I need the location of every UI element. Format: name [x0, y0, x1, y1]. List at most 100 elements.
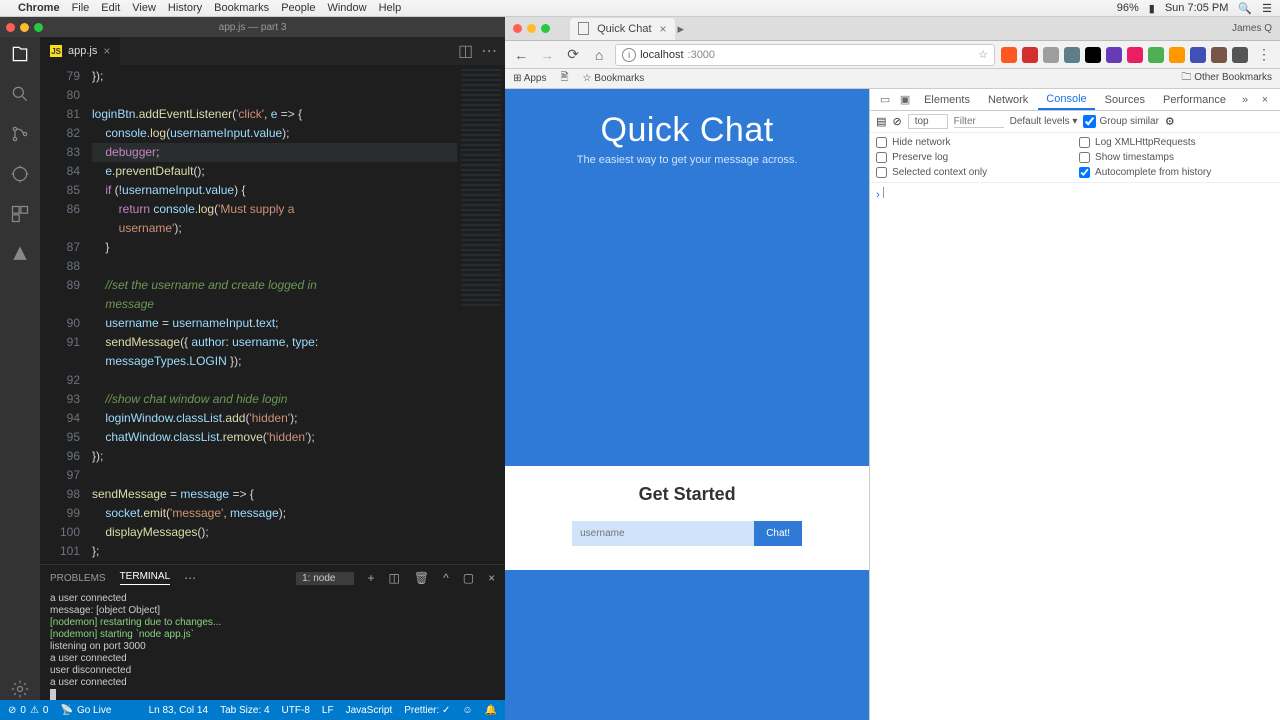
menu-file[interactable]: File	[72, 2, 90, 14]
username-input[interactable]	[572, 521, 754, 546]
minimap[interactable]	[457, 65, 505, 564]
close-devtools-icon[interactable]: ×	[1256, 94, 1274, 106]
split-terminal-icon[interactable]: ◫	[389, 571, 400, 585]
menu-bookmarks[interactable]: Bookmarks	[214, 2, 269, 14]
autocomplete-check[interactable]	[1079, 167, 1090, 178]
dt-tab-elements[interactable]: Elements	[916, 91, 978, 109]
tab-app-js[interactable]: JS app.js ×	[40, 37, 121, 65]
debug-icon[interactable]	[9, 163, 31, 185]
chrome-menu-icon[interactable]: ⋮	[1254, 46, 1274, 63]
dt-tab-network[interactable]: Network	[980, 91, 1036, 109]
search-icon[interactable]: 🔍	[1238, 2, 1252, 15]
new-tab-icon[interactable]: ▸	[678, 21, 685, 37]
address-bar[interactable]: i localhost:3000 ☆	[615, 44, 995, 66]
timestamps-check[interactable]	[1079, 152, 1090, 163]
chrome-profile[interactable]: James Q	[1232, 23, 1272, 34]
minimize-icon[interactable]	[20, 23, 29, 32]
menu-edit[interactable]: Edit	[101, 2, 120, 14]
chat-button[interactable]: Chat!	[754, 521, 802, 546]
browser-tab[interactable]: Quick Chat ×	[570, 18, 674, 40]
extension-icon[interactable]	[1022, 47, 1038, 63]
other-bookmarks[interactable]: 🗀 Other Bookmarks	[1181, 70, 1272, 87]
menu-people[interactable]: People	[281, 2, 315, 14]
status-feedback-icon[interactable]: ☺	[462, 705, 472, 716]
maximize-icon[interactable]	[541, 24, 550, 33]
dt-tab-console[interactable]: Console	[1038, 90, 1094, 110]
apps-shortcut[interactable]: ⊞ Apps	[513, 73, 546, 84]
split-editor-icon[interactable]: ◫	[458, 41, 473, 61]
more-tabs-icon[interactable]: »	[1236, 94, 1254, 106]
context-selector[interactable]: top	[908, 114, 948, 129]
terminal-selector[interactable]: 1: node	[296, 572, 353, 585]
bookmark-item[interactable]: ☆ Bookmarks	[583, 73, 645, 84]
inspect-icon[interactable]: ▭	[876, 93, 894, 106]
settings-icon[interactable]	[9, 678, 31, 700]
menu-history[interactable]: History	[168, 2, 202, 14]
log-xhr-check[interactable]	[1079, 137, 1090, 148]
status-cursor[interactable]: Ln 83, Col 14	[149, 705, 209, 716]
extension-icon[interactable]	[1148, 47, 1164, 63]
status-prettier[interactable]: Prettier: ✓	[404, 705, 450, 716]
dt-tab-performance[interactable]: Performance	[1155, 91, 1234, 109]
panel-tab-problems[interactable]: PROBLEMS	[50, 573, 106, 584]
minimize-icon[interactable]	[527, 24, 536, 33]
group-similar-check[interactable]	[1083, 115, 1096, 128]
maximize-panel-icon[interactable]: ▢	[463, 571, 474, 585]
status-eol[interactable]: LF	[322, 705, 334, 716]
device-toggle-icon[interactable]: ▣	[896, 93, 914, 106]
menu-view[interactable]: View	[132, 2, 156, 14]
selected-context-check[interactable]	[876, 167, 887, 178]
menu-window[interactable]: Window	[327, 2, 366, 14]
console-body[interactable]: ›	[870, 183, 1280, 720]
status-tabsize[interactable]: Tab Size: 4	[220, 705, 269, 716]
maximize-icon[interactable]	[34, 23, 43, 32]
explorer-icon[interactable]	[9, 43, 31, 65]
extension-icon[interactable]	[1106, 47, 1122, 63]
home-icon[interactable]: ⌂	[589, 47, 609, 63]
clear-console-icon[interactable]: ⊘	[893, 115, 902, 128]
panel-tab-terminal[interactable]: TERMINAL	[120, 571, 171, 585]
extension-icon[interactable]	[1127, 47, 1143, 63]
extension-icon[interactable]	[1211, 47, 1227, 63]
code-editor[interactable]: 7980818283848586878889909192939495969798…	[40, 65, 457, 564]
extensions-icon[interactable]	[9, 203, 31, 225]
azure-icon[interactable]	[9, 243, 31, 265]
menu-help[interactable]: Help	[379, 2, 402, 14]
go-live-button[interactable]: 📡 Go Live	[60, 705, 111, 716]
close-panel-icon[interactable]: ×	[488, 571, 495, 585]
bookmark-star-icon[interactable]: ☆	[978, 48, 988, 61]
chevron-up-icon[interactable]: ^	[443, 571, 449, 585]
preserve-log-check[interactable]	[876, 152, 887, 163]
close-icon[interactable]	[513, 24, 522, 33]
back-icon[interactable]: ←	[511, 47, 531, 63]
app-menu-name[interactable]: Chrome	[18, 2, 60, 14]
menu-icon[interactable]: ☰	[1262, 2, 1272, 15]
hide-network-check[interactable]	[876, 137, 887, 148]
dt-tab-sources[interactable]: Sources	[1097, 91, 1153, 109]
extension-icon[interactable]	[1064, 47, 1080, 63]
status-bell-icon[interactable]: 🔔	[485, 705, 497, 716]
bookmark-item[interactable]: 🖹	[561, 70, 569, 87]
reload-icon[interactable]: ⟳	[563, 46, 583, 63]
site-info-icon[interactable]: i	[622, 48, 636, 62]
console-sidebar-icon[interactable]: ▤	[876, 115, 886, 128]
forward-icon[interactable]: →	[537, 47, 557, 63]
extension-icon[interactable]	[1043, 47, 1059, 63]
status-errors[interactable]: ⊘ 0 ⚠ 0	[8, 705, 48, 716]
new-terminal-icon[interactable]: +	[368, 571, 375, 585]
extension-icon[interactable]	[1085, 47, 1101, 63]
close-tab-icon[interactable]: ×	[103, 44, 110, 58]
extension-icon[interactable]	[1232, 47, 1248, 63]
status-encoding[interactable]: UTF-8	[282, 705, 310, 716]
log-levels[interactable]: Default levels ▾	[1010, 116, 1078, 127]
extension-icon[interactable]	[1190, 47, 1206, 63]
close-icon[interactable]	[6, 23, 15, 32]
console-filter[interactable]	[954, 116, 1004, 128]
terminal-output[interactable]: a user connectedmessage: [object Object]…	[40, 591, 505, 700]
panel-more-icon[interactable]: ⋯	[184, 571, 196, 585]
search-icon[interactable]	[9, 83, 31, 105]
kill-terminal-icon[interactable]: 🗑	[414, 571, 429, 585]
console-settings-icon[interactable]: ⚙	[1165, 115, 1175, 128]
close-tab-icon[interactable]: ×	[660, 22, 667, 36]
extension-icon[interactable]	[1169, 47, 1185, 63]
